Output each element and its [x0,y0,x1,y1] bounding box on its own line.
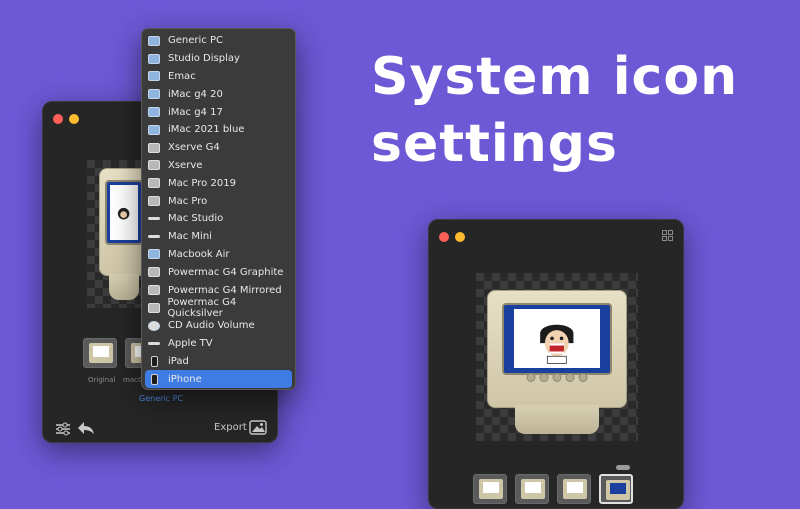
menu-item-studio-display[interactable]: Studio Display [142,50,295,68]
menu-item-imac-2021-blue[interactable]: iMac 2021 blue [142,121,295,139]
menu-item-label: CD Audio Volume [168,320,255,332]
menu-item-mac-studio[interactable]: Mac Studio [142,210,295,228]
menu-item-label: iPad [168,355,189,367]
menu-item-mac-pro[interactable]: Mac Pro [142,192,295,210]
menu-item-label: Generic PC [168,35,223,47]
monitor-screen [501,302,613,375]
tower-icon [148,196,160,207]
export-button[interactable]: Export [214,422,247,433]
menu-item-powermac-g4-quicksilver[interactable]: Powermac G4 Quicksilver [142,296,295,319]
box-icon [148,341,160,345]
menu-item-label: Apple TV [168,337,213,349]
thumbnail-image [521,479,545,499]
menu-item-label: iMac g4 17 [168,106,223,118]
monitor-button [578,372,588,382]
close-button[interactable] [439,232,449,242]
menu-item-label: Mac Studio [168,213,224,225]
monitor-body [487,290,627,409]
menu-item-mac-pro-2019[interactable]: Mac Pro 2019 [142,174,295,192]
menu-item-label: Xserve [168,159,203,171]
monitor-icon [148,89,160,100]
thumbnail-label-original: Original [88,376,116,384]
menu-item-label: Powermac G4 Graphite [168,266,284,278]
monitor-buttons [526,372,588,382]
menu-item-label: Powermac G4 Quicksilver [167,296,237,319]
headline: System icon settings [371,44,751,178]
menu-item-apple-tv[interactable]: Apple TV [142,335,295,353]
grid-view-icon[interactable] [662,230,673,241]
monitor-button [539,372,549,382]
monitor-icon [148,35,160,46]
menu-item-label: iPhone [168,373,202,385]
menu-item-label: iMac 2021 blue [168,124,245,136]
menu-item-ipad[interactable]: iPad [142,352,295,370]
server-icon [148,142,160,153]
tower-icon [148,178,160,189]
close-button[interactable] [53,114,63,124]
menu-item-generic-pc[interactable]: Generic PC [142,32,295,50]
cartoon-image [118,207,130,220]
window-controls [439,232,465,242]
thumbnail-image [89,343,113,363]
tower-icon [148,267,160,278]
menu-item-label: iMac g4 20 [168,88,223,100]
menu-item-cd-audio-volume[interactable]: CD Audio Volume [142,317,295,335]
box-icon [148,217,160,221]
monitor-icon [148,124,160,135]
monitor-icon [148,71,160,82]
laptop-icon [148,249,160,260]
undo-icon[interactable] [77,420,95,436]
monitor-icon [148,53,160,64]
menu-item-xserve[interactable]: Xserve [142,157,295,175]
menu-item-xserve-g4[interactable]: Xserve G4 [142,139,295,157]
minimize-button[interactable] [455,232,465,242]
image-export-icon[interactable] [249,420,267,435]
monitor-icon [148,107,160,118]
headline-line-2: settings [371,114,618,174]
disc-icon [148,320,160,331]
thumbnail-image [563,479,587,499]
sliders-icon[interactable] [55,422,71,436]
thumbnail-image [606,480,630,500]
server-icon [148,160,160,171]
cartoon-image [540,324,574,364]
menu-item-label: Mac Pro 2019 [168,177,236,189]
monitor-button [565,372,575,382]
monitor-button [526,372,536,382]
menu-item-powermac-g4-graphite[interactable]: Powermac G4 Graphite [142,263,295,281]
selection-indicator [616,465,630,470]
menu-item-label: Studio Display [168,53,240,65]
menu-item-imac-g4-20[interactable]: iMac g4 20 [142,85,295,103]
minimize-button[interactable] [69,114,79,124]
monitor-button [552,372,562,382]
monitor-stand [109,273,139,300]
device-preset-menu: Generic PC Studio Display Emac iMac g4 20 iM… [141,28,296,390]
monitor-screen [104,179,144,246]
menu-item-label: Mac Pro [168,195,208,207]
menu-item-imac-g4-17[interactable]: iMac g4 17 [142,103,295,121]
box-icon [148,235,160,239]
menu-item-iphone[interactable]: iPhone [145,370,292,388]
menu-item-emac[interactable]: Emac [142,68,295,86]
right-app-window [428,219,684,509]
menu-item-label: Emac [168,70,196,82]
headline-line-1: System icon [371,47,739,107]
crt-monitor-preview [487,290,627,434]
tower-icon [148,285,160,296]
thumbnail-original[interactable] [83,338,117,368]
menu-item-label: Xserve G4 [168,142,220,154]
menu-item-mac-mini[interactable]: Mac Mini [142,228,295,246]
window-controls [53,114,79,124]
menu-item-macbook-air[interactable]: Macbook Air [142,246,295,264]
selected-preset-label[interactable]: Generic PC [139,394,183,403]
menu-item-label: Mac Mini [168,231,212,243]
menu-item-label: Powermac G4 Mirrored [168,284,282,296]
tablet-icon [151,355,158,367]
monitor-stand [515,405,599,434]
menu-item-label: Macbook Air [168,248,230,260]
thumbnail-image [479,479,503,499]
phone-icon [151,373,158,385]
tower-icon [148,302,160,313]
